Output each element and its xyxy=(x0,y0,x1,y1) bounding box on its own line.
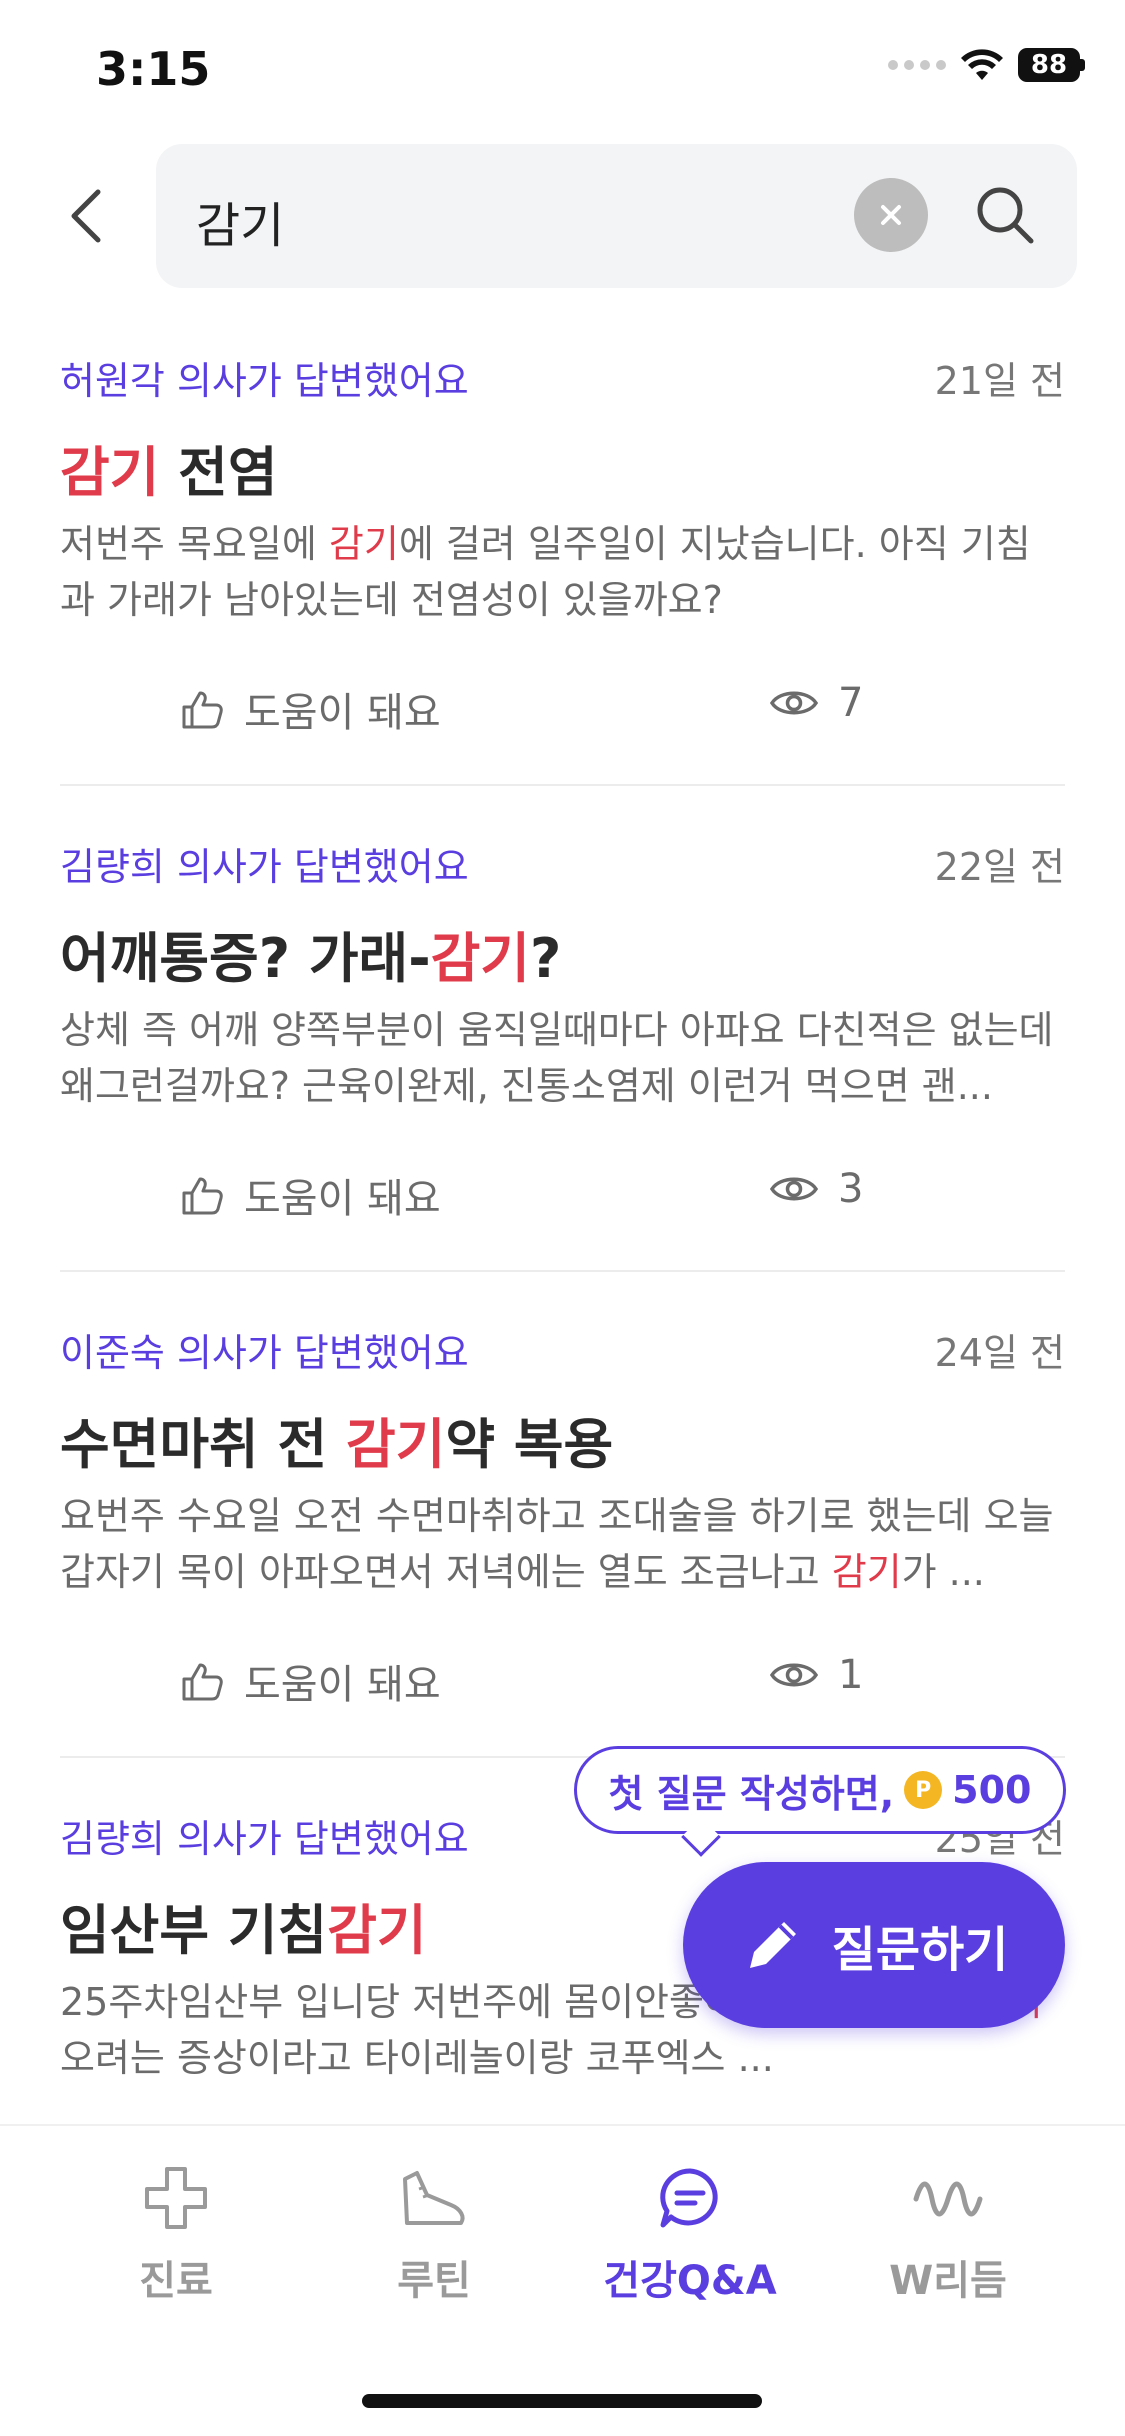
back-button[interactable] xyxy=(56,184,116,248)
keyword-highlight: 감기 xyxy=(346,1413,446,1476)
ask-question-button[interactable]: 질문하기 xyxy=(683,1862,1065,2028)
thumbs-up-icon xyxy=(182,1177,223,1215)
keyword-highlight: 감기 xyxy=(327,1899,427,1962)
thumbs-up-icon xyxy=(182,691,223,729)
battery-icon: 88 xyxy=(1018,48,1085,82)
result-card[interactable]: 김량희 의사가 답변했어요 22일 전어깨통증? 가래-감기? 상체 즉 어깨 양쪽… xyxy=(60,786,1065,1272)
eye-icon xyxy=(770,691,818,715)
tab-label: W리듬 xyxy=(889,2258,1007,2304)
view-count: 7 xyxy=(770,680,863,726)
search-header: 감기 xyxy=(0,144,1125,288)
wave-icon xyxy=(912,2162,984,2234)
tab-routine[interactable]: 루틴 xyxy=(324,2162,544,2306)
title-text: 임산부 기침 xyxy=(60,1899,328,1962)
tooltip-text: 첫 질문 작성하면, xyxy=(608,1771,895,1816)
status-icons: 88 xyxy=(888,48,1085,82)
title-text: ? xyxy=(530,927,562,990)
tab-label: 건강Q&A xyxy=(603,2258,777,2304)
wifi-icon xyxy=(961,49,1003,80)
keyword-highlight: 감기 xyxy=(328,522,399,566)
answered-by-doctor: 김량희 의사가 답변했어요 xyxy=(60,1817,469,1861)
results-list: 허원각 의사가 답변했어요 21일 전감기 전염저번주 목요일에 감기에 걸려 일… xyxy=(60,300,1065,2122)
search-icon xyxy=(977,187,1034,244)
preview-text: 가 ... xyxy=(901,1550,985,1594)
title-text: 수면마취 전 xyxy=(60,1413,346,1476)
post-date: 21일 전 xyxy=(934,359,1065,403)
post-date: 24일 전 xyxy=(934,1331,1065,1375)
cellular-signal-icon xyxy=(888,60,946,70)
bottom-tab-bar: 진료 루틴 건강Q&A W리듬 xyxy=(0,2124,1125,2436)
eye-icon xyxy=(770,1177,818,1201)
tab-label: 루틴 xyxy=(397,2258,471,2304)
battery-level: 88 xyxy=(1018,48,1080,82)
chat-bubble-icon xyxy=(654,2162,726,2234)
title-text: 전염 xyxy=(159,441,278,504)
view-count-value: 3 xyxy=(838,1166,864,1212)
preview-text: 상체 즉 어깨 양쪽부분이 움직일때마다 아파요 다친적은 없는데 왜그런걸까요… xyxy=(60,1008,1054,1108)
preview-text: 저번주 목요일에 xyxy=(60,522,329,566)
result-card[interactable]: 이준숙 의사가 답변했어요 24일 전 수면마취 전 감기약 복용 요번주 수요일 오… xyxy=(60,1272,1065,1758)
ask-question-label: 질문하기 xyxy=(831,1922,1009,1978)
clear-search-button[interactable] xyxy=(854,178,928,252)
home-indicator xyxy=(362,2394,762,2408)
search-button[interactable] xyxy=(968,178,1042,252)
tab-w-rhythm[interactable]: W리듬 xyxy=(838,2162,1058,2306)
keyword-highlight: 감기 xyxy=(430,927,530,990)
question-title: 감기 전염 xyxy=(60,428,278,507)
plus-cross-icon xyxy=(140,2162,212,2234)
helpful-button[interactable]: 도움이 돼요 xyxy=(180,680,441,738)
chevron-left-icon xyxy=(71,189,101,243)
close-icon xyxy=(881,205,901,225)
answered-by-doctor: 허원각 의사가 답변했어요 xyxy=(60,359,469,403)
question-preview: 저번주 목요일에 감기에 걸려 일주일이 지났습니다. 아직 기침과 가래가 남… xyxy=(60,516,1065,628)
status-time: 3:15 xyxy=(96,42,211,96)
tab-label: 진료 xyxy=(139,2258,213,2304)
keyword-highlight: 감기 xyxy=(831,1550,902,1594)
question-preview: 요번주 수요일 오전 수면마취하고 조대술을 하기로 했는데 오늘 갑자기 목이… xyxy=(60,1488,1065,1600)
question-title: 어깨통증? 가래-감기? xyxy=(60,914,561,993)
pencil-icon xyxy=(749,1922,796,1968)
search-query: 감기 xyxy=(196,198,285,254)
view-count: 3 xyxy=(770,1166,863,1212)
tooltip-amount: 500 xyxy=(952,1768,1032,1812)
eye-icon xyxy=(770,1663,818,1687)
answered-by-doctor: 김량희 의사가 답변했어요 xyxy=(60,845,469,889)
view-count: 1 xyxy=(770,1652,863,1698)
helpful-label: 도움이 돼요 xyxy=(244,1662,441,1708)
sneaker-icon xyxy=(398,2162,470,2234)
status-bar: 3:15 88 xyxy=(0,0,1125,140)
helpful-label: 도움이 돼요 xyxy=(244,690,441,736)
question-preview: 상체 즉 어깨 양쪽부분이 움직일때마다 아파요 다친적은 없는데 왜그런걸까요… xyxy=(60,1002,1065,1114)
coin-icon: P xyxy=(904,1771,943,1809)
title-text: 어깨통증? 가래- xyxy=(60,927,431,990)
helpful-label: 도움이 돼요 xyxy=(244,1176,441,1222)
search-input[interactable]: 감기 xyxy=(156,144,1077,288)
title-text: 약 복용 xyxy=(445,1413,614,1476)
helpful-button[interactable]: 도움이 돼요 xyxy=(180,1166,441,1224)
view-count-value: 7 xyxy=(838,680,864,726)
tab-health-qa[interactable]: 건강Q&A xyxy=(580,2162,800,2306)
preview-text: 오려는 증상이라고 타이레놀이랑 코푸엑스 ... xyxy=(60,2036,774,2080)
tab-treatment[interactable]: 진료 xyxy=(66,2162,286,2306)
keyword-highlight: 감기 xyxy=(60,441,160,504)
view-count-value: 1 xyxy=(838,1652,864,1698)
result-card[interactable]: 허원각 의사가 답변했어요 21일 전감기 전염저번주 목요일에 감기에 걸려 일… xyxy=(60,300,1065,786)
answered-by-doctor: 이준숙 의사가 답변했어요 xyxy=(60,1331,469,1375)
thumbs-up-icon xyxy=(182,1663,223,1701)
question-title: 수면마취 전 감기약 복용 xyxy=(60,1400,613,1479)
helpful-button[interactable]: 도움이 돼요 xyxy=(180,1652,441,1710)
reward-tooltip: 첫 질문 작성하면, P 500 xyxy=(574,1746,1066,1857)
post-date: 22일 전 xyxy=(934,845,1065,889)
question-title: 임산부 기침감기 xyxy=(60,1886,427,1965)
